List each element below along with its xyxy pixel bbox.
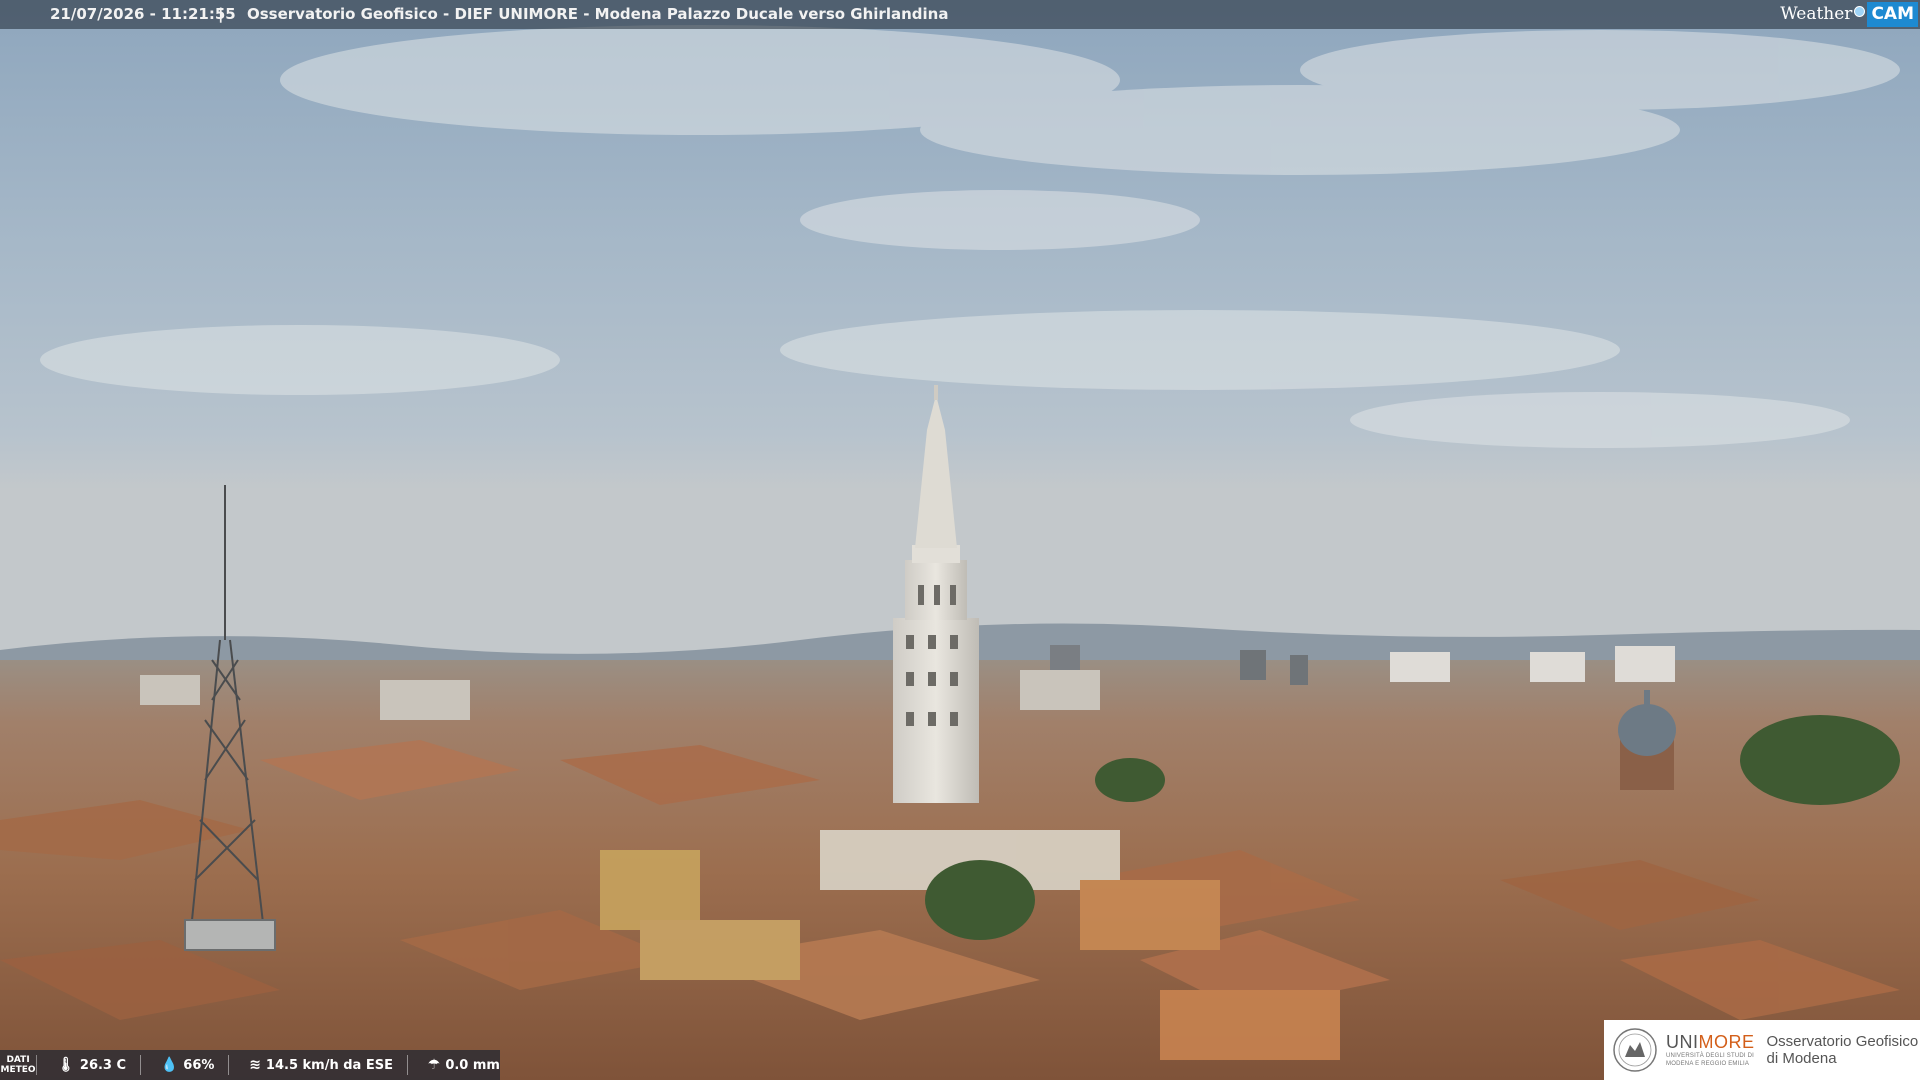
wind-icon: ≋ [249, 1057, 261, 1073]
observatory-line2: di Modena [1766, 1050, 1837, 1067]
unimore-name-part1: UNI [1666, 1032, 1699, 1052]
humidity-value: 66% [183, 1057, 215, 1073]
meteo-strip: DATI METEO 🌡 26.3 C 💧 66% ≋ 14.5 km/h da… [0, 1050, 500, 1080]
wind-reading: ≋ 14.5 km/h da ESE [249, 1057, 393, 1073]
weathercam-logo: Weather CAM [1780, 2, 1918, 27]
unimore-name-part2: MORE [1698, 1032, 1755, 1052]
meteo-label-line2: METEO [0, 1065, 36, 1075]
unimore-subtitle-line2: MODENA E REGGIO EMILIA [1666, 1061, 1750, 1067]
umbrella-icon: ☂ [427, 1057, 441, 1073]
temperature-value: 26.3 C [79, 1057, 127, 1073]
rain-value: 0.0 mm [445, 1057, 500, 1073]
humidity-reading: 💧 66% [161, 1057, 215, 1073]
rain-reading: ☂ 0.0 mm [428, 1057, 500, 1073]
thermometer-icon: 🌡 [57, 1057, 75, 1073]
observatory-name: Osservatorio Geofisico di Modena [1767, 1033, 1919, 1067]
unimore-logo: UNIMORE UNIVERSITÀ DEGLI STUDI DI MODENA… [1604, 1020, 1920, 1080]
weathercam-logo-word2: CAM [1867, 2, 1918, 27]
meteo-divider [140, 1055, 141, 1075]
meteo-label-line1: DATI [6, 1055, 30, 1065]
meteo-divider [228, 1055, 230, 1075]
unimore-subtitle-line1: UNIVERSITÀ DEGLI STUDI DI [1666, 1053, 1755, 1059]
timestamp: 21/07/2026 - 11:21:55 [50, 5, 236, 23]
unimore-name: UNIMORE [1666, 1033, 1755, 1051]
drop-icon: 💧 [160, 1057, 179, 1073]
camera-title: Osservatorio Geofisico - DIEF UNIMORE - … [247, 5, 949, 23]
temperature-reading: 🌡 26.3 C [57, 1057, 126, 1073]
meteo-divider [406, 1055, 408, 1075]
university-seal-icon [1613, 1028, 1657, 1072]
caption-bar: 21/07/2026 - 11:21:55 | Osservatorio Geo… [0, 0, 1920, 29]
observatory-line1: Osservatorio Geofisico [1766, 1033, 1919, 1050]
wind-value: 14.5 km/h da ESE [265, 1057, 393, 1073]
meteo-label: DATI METEO [0, 1055, 38, 1075]
weathercam-logo-word1: Weather [1780, 4, 1853, 24]
caption-separator: | [218, 5, 224, 23]
webcam-view [0, 0, 1920, 1080]
camera-eye-icon [1854, 6, 1866, 17]
unimore-brand: UNIMORE UNIVERSITÀ DEGLI STUDI DI MODENA… [1666, 1033, 1755, 1067]
